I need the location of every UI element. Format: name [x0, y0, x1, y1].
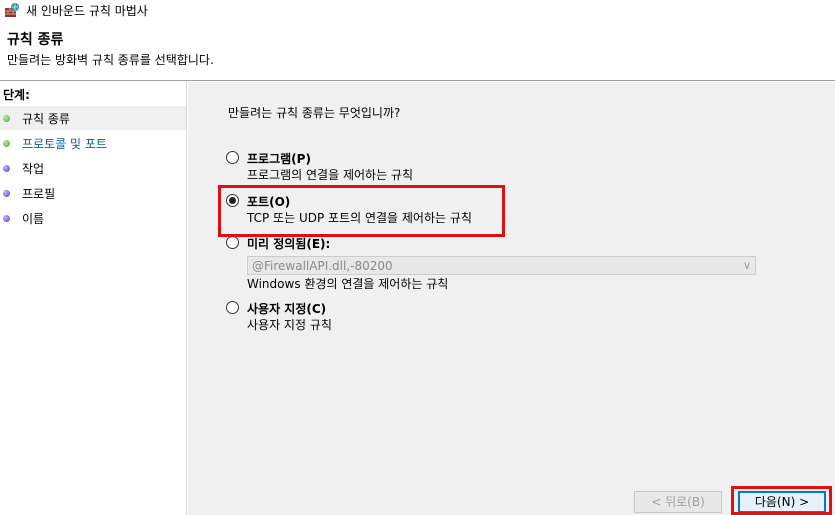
step-pending-dot-icon — [3, 215, 10, 222]
firewall-wizard-icon — [5, 3, 19, 17]
step-rule-type: 규칙 종류 — [0, 106, 186, 130]
radio-predefined[interactable] — [226, 236, 239, 249]
step-label: 작업 — [22, 162, 45, 176]
step-profile: 프로필 — [0, 181, 186, 205]
step-label[interactable]: 프로토콜 및 포트 — [22, 135, 107, 152]
step-action: 작업 — [0, 156, 186, 180]
radio-custom[interactable] — [226, 301, 239, 314]
window-title: 새 인바운드 규칙 마법사 — [26, 4, 148, 18]
step-protocol-and-ports[interactable]: 프로토콜 및 포트 — [0, 131, 186, 155]
title-bar: 새 인바운드 규칙 마법사 — [0, 0, 835, 20]
steps-sidebar: 단계: 규칙 종류 프로토콜 및 포트 작업 프로필 이름 — [0, 82, 187, 515]
option-program-description: 프로그램의 연결을 제어하는 규칙 — [247, 168, 414, 182]
option-custom-description: 사용자 지정 규칙 — [247, 318, 332, 332]
step-label: 이름 — [22, 212, 45, 226]
option-predefined-label[interactable]: 미리 정의됨(E): — [247, 235, 330, 252]
wizard-header: 규칙 종류 만들려는 방화벽 규칙 종류를 선택합니다. — [0, 20, 835, 81]
steps-label: 단계: — [3, 88, 30, 102]
step-label: 프로필 — [22, 187, 56, 201]
chevron-down-icon: ∨ — [742, 259, 751, 272]
step-complete-dot-icon — [3, 115, 10, 122]
next-button-highlight — [731, 486, 832, 515]
option-custom-label[interactable]: 사용자 지정(C) — [247, 300, 326, 317]
step-label: 규칙 종류 — [22, 112, 70, 126]
predefined-rule-select-value: @FirewallAPI.dll,-80200 — [252, 259, 393, 273]
port-option-highlight — [218, 185, 505, 237]
step-pending-dot-icon — [3, 190, 10, 197]
step-complete-dot-icon — [3, 140, 10, 147]
option-predefined-description: Windows 환경의 연결을 제어하는 규칙 — [247, 277, 449, 291]
radio-program[interactable] — [226, 151, 239, 164]
question-text: 만들려는 규칙 종류는 무엇입니까? — [228, 106, 401, 120]
step-pending-dot-icon — [3, 165, 10, 172]
page-description: 만들려는 방화벽 규칙 종류를 선택합니다. — [7, 53, 214, 67]
predefined-rule-select[interactable]: @FirewallAPI.dll,-80200 ∨ — [247, 256, 756, 275]
option-program-label[interactable]: 프로그램(P) — [247, 150, 311, 167]
main-panel: 만들려는 규칙 종류는 무엇입니까? 프로그램(P) 프로그램의 연결을 제어하… — [188, 82, 835, 515]
back-button[interactable]: < 뒤로(B) — [634, 491, 722, 513]
step-name: 이름 — [0, 206, 186, 230]
page-title: 규칙 종류 — [7, 32, 64, 48]
